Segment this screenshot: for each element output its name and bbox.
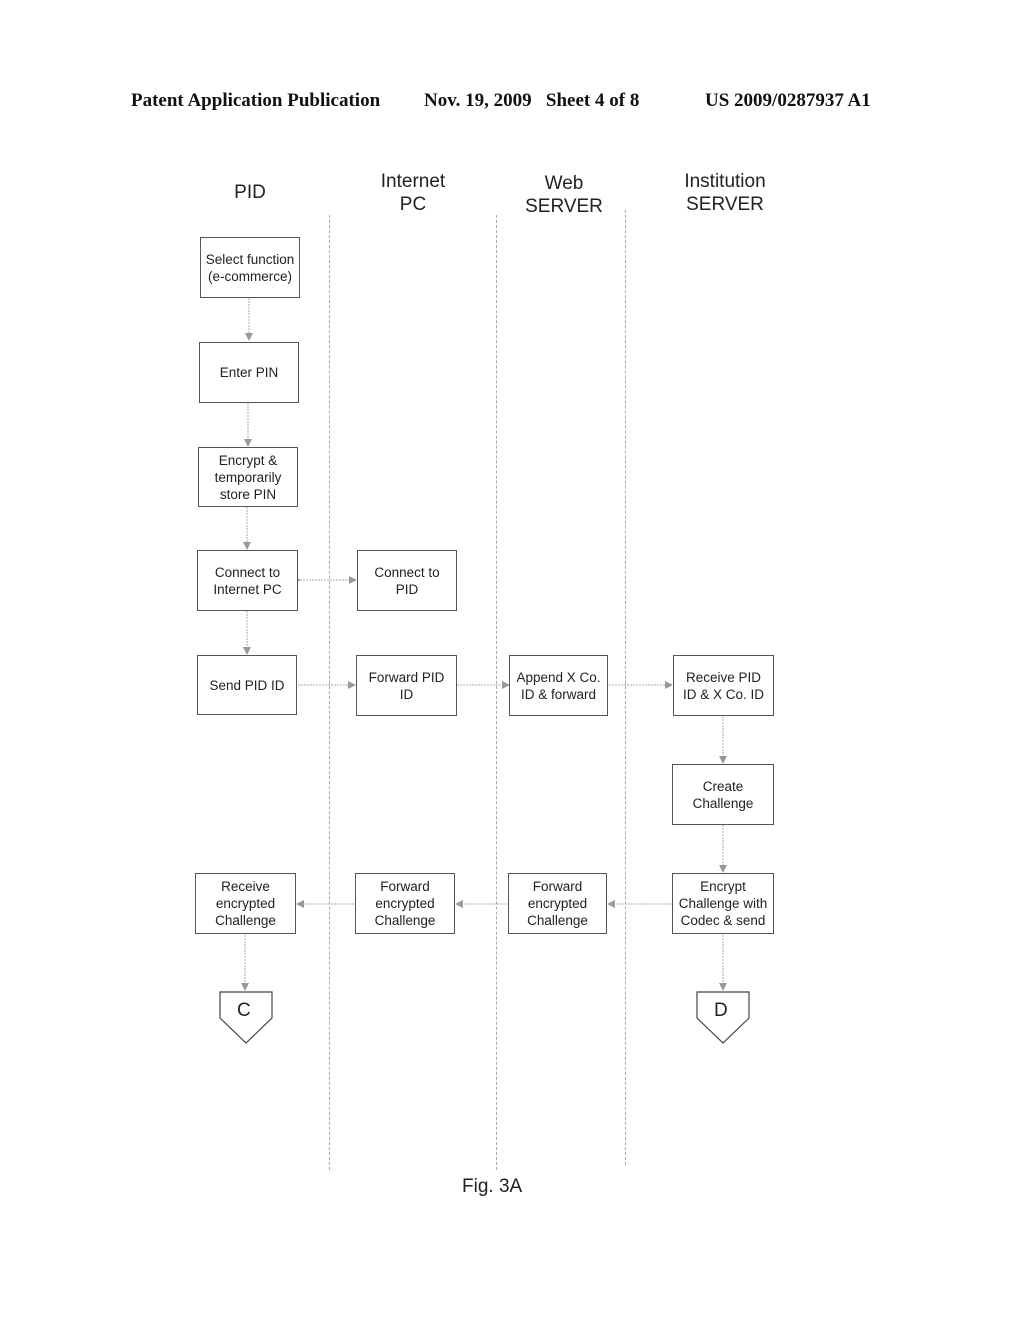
step-create-challenge: Create Challenge xyxy=(672,764,774,825)
step-connect-internet-pc: Connect to Internet PC xyxy=(197,550,298,611)
step-forward-pid-id: Forward PID ID xyxy=(356,655,457,716)
step-forward-challenge-pc: Forward encrypted Challenge xyxy=(355,873,455,934)
step-select-function: Select function (e-commerce) xyxy=(200,237,300,298)
step-forward-challenge-web: Forward encrypted Challenge xyxy=(508,873,607,934)
step-enter-pin: Enter PIN xyxy=(199,342,299,403)
step-encrypt-store-pin: Encrypt & temporarily store PIN xyxy=(198,447,298,507)
connector-c-label: C xyxy=(237,1000,251,1021)
step-encrypt-challenge: Encrypt Challenge with Codec & send xyxy=(672,873,774,934)
connector-d-label: D xyxy=(714,1000,728,1021)
figure-caption: Fig. 3A xyxy=(462,1176,523,1197)
step-send-pid-id: Send PID ID xyxy=(197,655,297,715)
step-receive-pid-id: Receive PID ID & X Co. ID xyxy=(673,655,774,716)
step-append-xco-id: Append X Co. ID & forward xyxy=(509,655,608,716)
step-connect-pid: Connect to PID xyxy=(357,550,457,611)
step-receive-challenge: Receive encrypted Challenge xyxy=(195,873,296,934)
